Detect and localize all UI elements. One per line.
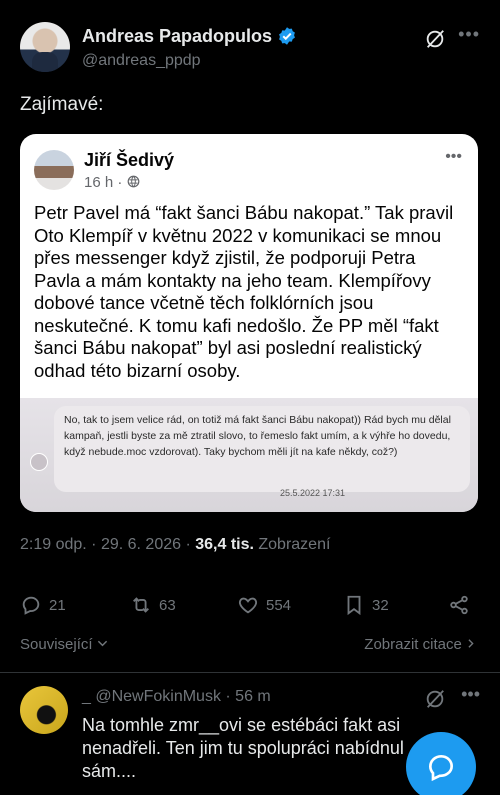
embedded-author-name: Jiří Šedivý	[84, 150, 175, 170]
chat-message: No, tak to jsem velice rád, on totiž má …	[54, 406, 470, 492]
bookmark-icon	[347, 595, 361, 616]
tweet-timestamp[interactable]: 2:19 odp. · 29. 6. 2026 ·	[20, 536, 195, 553]
chat-date: 25.5.2022 17:31	[280, 488, 346, 498]
view-quotes-label: Zobrazit citace	[364, 636, 462, 653]
like-button[interactable]: 554	[237, 594, 291, 616]
embedded-post-body: Petr Pavel má “fakt šanci Bábu nakopat.”…	[34, 202, 454, 381]
repost-count: 63	[159, 596, 176, 614]
grok-icon[interactable]	[424, 688, 446, 710]
tweet-text: Zajímavé:	[20, 94, 104, 115]
reply-button[interactable]: 21	[20, 594, 66, 616]
reply-avatar[interactable]	[20, 686, 68, 734]
author-handle[interactable]: @andreas_ppdp	[82, 52, 201, 70]
embedded-time: 16 h ·	[84, 174, 127, 191]
bookmark-button[interactable]: 32	[343, 594, 389, 616]
chat-screenshot: No, tak to jsem velice rád, on totiž má …	[20, 398, 478, 512]
grok-icon[interactable]	[424, 28, 446, 50]
repost-button[interactable]: 63	[130, 594, 176, 616]
share-button[interactable]	[448, 594, 470, 616]
reply-count: 21	[49, 596, 66, 614]
tweet-meta: 2:19 odp. · 29. 6. 2026 · 36,4 tis. Zobr…	[20, 536, 330, 554]
author-avatar[interactable]	[20, 22, 70, 72]
reply-icon	[22, 596, 40, 615]
reply-handle[interactable]: _ @NewFokinMusk · 56 m	[82, 688, 271, 706]
share-icon	[450, 595, 468, 615]
action-bar: 21 63 554 32	[20, 594, 480, 622]
compose-reply-icon	[428, 754, 454, 782]
like-icon	[238, 597, 258, 614]
embedded-avatar	[34, 150, 74, 190]
view-quotes-link[interactable]: Zobrazit citace	[364, 636, 476, 653]
views-label: Zobrazení	[253, 536, 331, 553]
chevron-down-icon	[97, 640, 107, 647]
embedded-meta: 16 h ·	[84, 174, 140, 191]
views-count: 36,4 tis.	[195, 536, 254, 553]
related-link[interactable]: Související	[20, 636, 108, 653]
chevron-right-icon	[468, 639, 474, 648]
divider	[0, 672, 500, 673]
like-count: 554	[266, 596, 292, 614]
globe-icon	[127, 175, 139, 188]
reply-more-icon[interactable]: •••	[461, 684, 480, 705]
tweet-header: Andreas Papadopulos @andreas_ppdp •••	[20, 22, 480, 78]
more-icon[interactable]: •••	[458, 24, 480, 45]
embedded-image[interactable]: Jiří Šedivý 16 h · ••• Petr Pavel má “fa…	[20, 134, 478, 512]
related-label: Související	[20, 636, 93, 653]
repost-icon	[133, 597, 149, 613]
bookmark-count: 32	[372, 596, 389, 614]
compose-reply-button[interactable]	[406, 732, 476, 795]
reply-text: Na tomhle zmr__ovi se estébáci fakt asi …	[82, 715, 404, 781]
verified-badge-icon	[279, 27, 295, 45]
author-name[interactable]: Andreas Papadopulos	[82, 26, 272, 47]
chat-avatar	[30, 453, 48, 471]
embedded-more-icon: •••	[445, 148, 462, 165]
